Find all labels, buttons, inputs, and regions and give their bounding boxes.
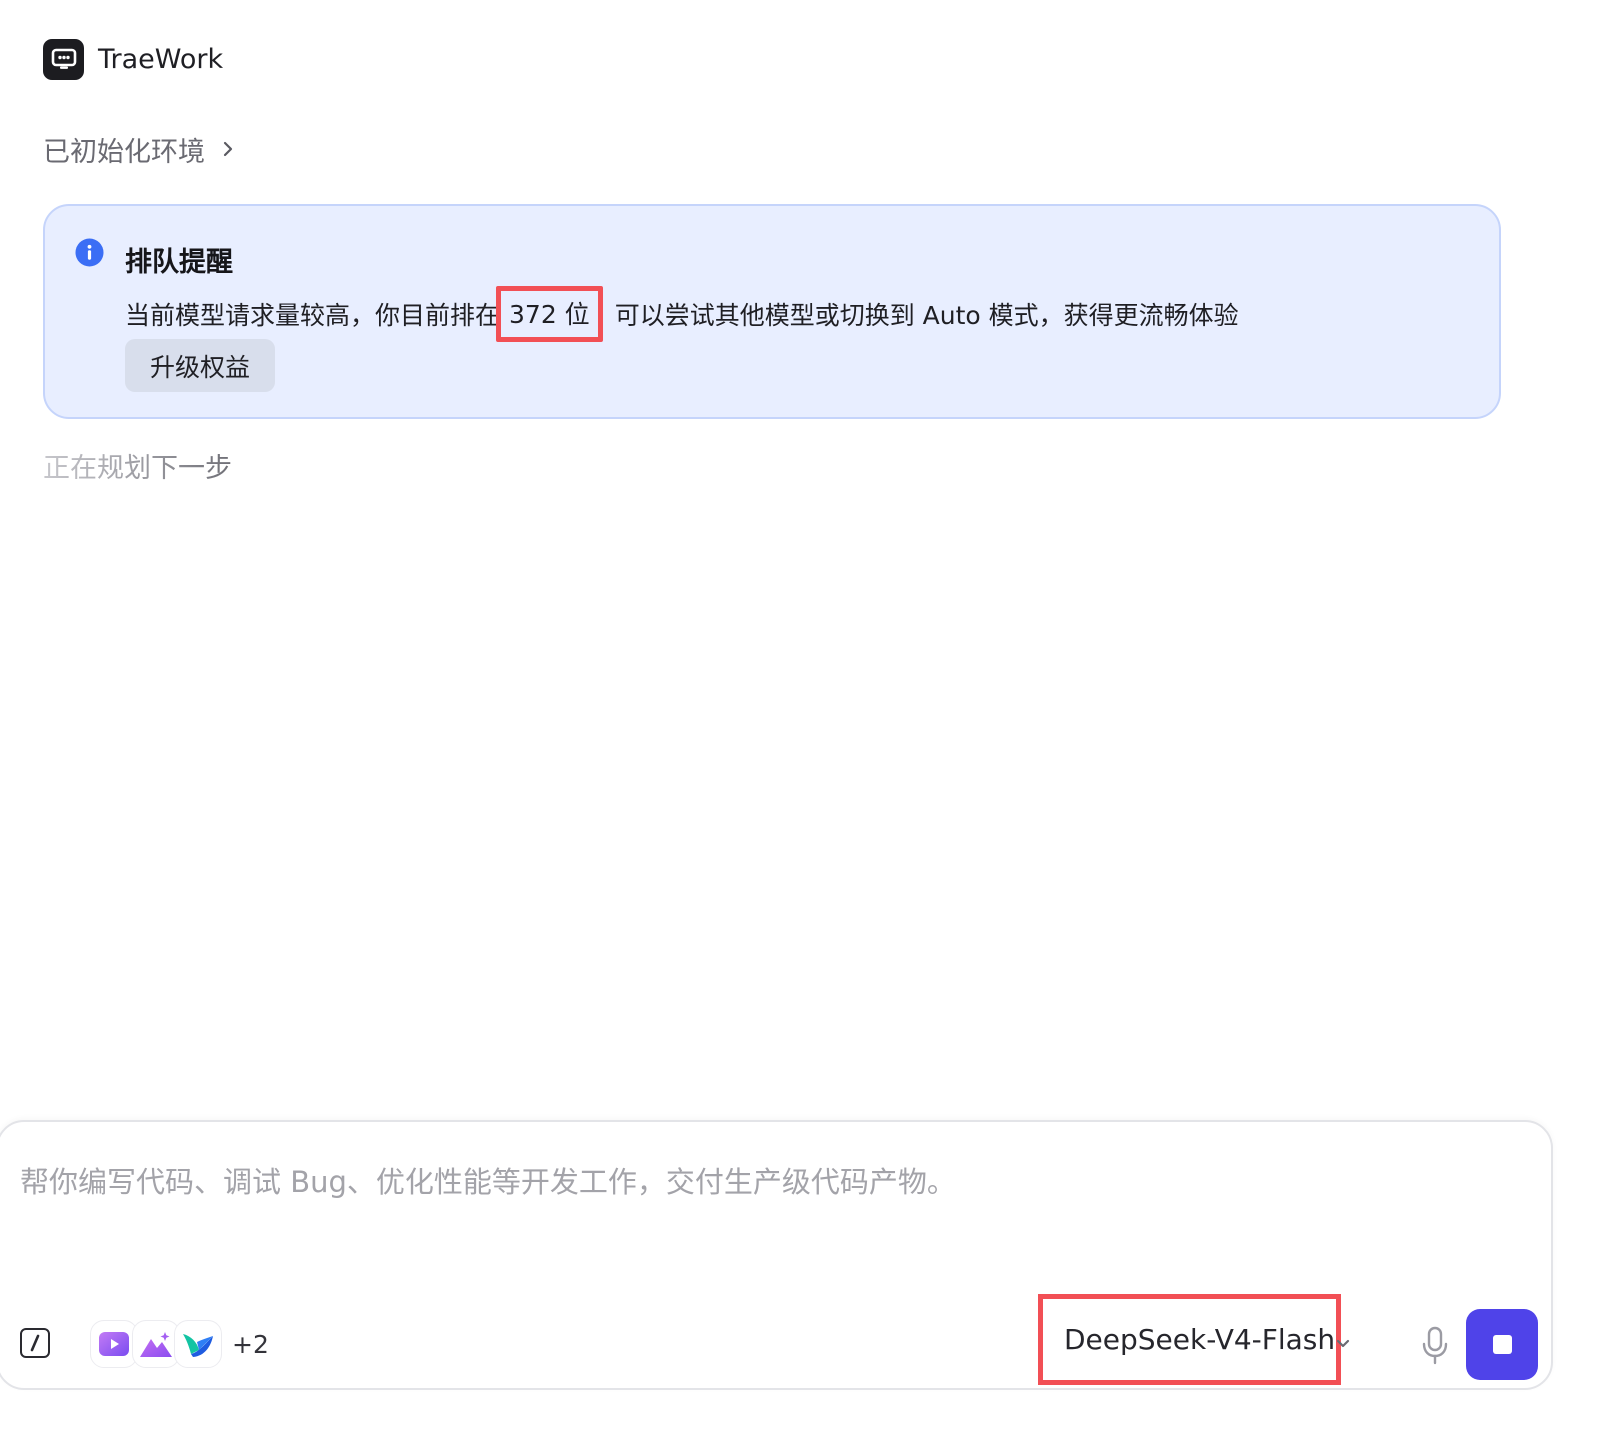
app-title: TraeWork [98, 43, 224, 75]
image-generation-icon[interactable] [132, 1320, 180, 1368]
queue-position: 372 位 [509, 300, 590, 329]
info-icon [75, 238, 104, 267]
composer: +2 DeepSeek-V4-Flash [0, 1120, 1553, 1390]
queue-position-highlight: 372 位 [496, 286, 603, 342]
notice-message: 当前模型请求量较高，你目前排在 372 位 可以尝试其他模型或切换到 Auto … [125, 286, 1239, 342]
video-tool-icon[interactable] [90, 1320, 138, 1368]
queue-notice: 排队提醒 当前模型请求量较高，你目前排在 372 位 可以尝试其他模型或切换到 … [43, 204, 1501, 419]
tool-icons: +2 [90, 1318, 269, 1370]
environment-status-label: 已初始化环境 [43, 136, 205, 168]
chevron-right-icon [223, 141, 233, 157]
stop-icon [1492, 1335, 1512, 1354]
bird-app-icon[interactable] [174, 1320, 222, 1368]
planning-status: 正在规划下一步 [43, 446, 232, 485]
notice-message-suffix: 可以尝试其他模型或切换到 Auto 模式，获得更流畅体验 [614, 301, 1239, 330]
upgrade-button[interactable]: 升级权益 [125, 339, 275, 392]
notice-title: 排队提醒 [125, 247, 233, 278]
notice-message-prefix: 当前模型请求量较高，你目前排在 [125, 301, 501, 330]
prompt-input[interactable] [20, 1152, 1420, 1212]
microphone-icon[interactable] [1420, 1326, 1450, 1366]
slash-command-icon[interactable] [20, 1328, 50, 1358]
chevron-down-icon[interactable] [1336, 1334, 1350, 1348]
app-header: TraeWork [43, 38, 223, 80]
model-name: DeepSeek-V4-Flash [1064, 1323, 1336, 1356]
stop-button[interactable] [1466, 1309, 1538, 1380]
model-selector[interactable]: DeepSeek-V4-Flash [1038, 1294, 1341, 1385]
more-tools-button[interactable]: +2 [232, 1330, 269, 1359]
environment-status-toggle[interactable]: 已初始化环境 [43, 128, 233, 170]
robot-screen-icon [43, 38, 84, 80]
